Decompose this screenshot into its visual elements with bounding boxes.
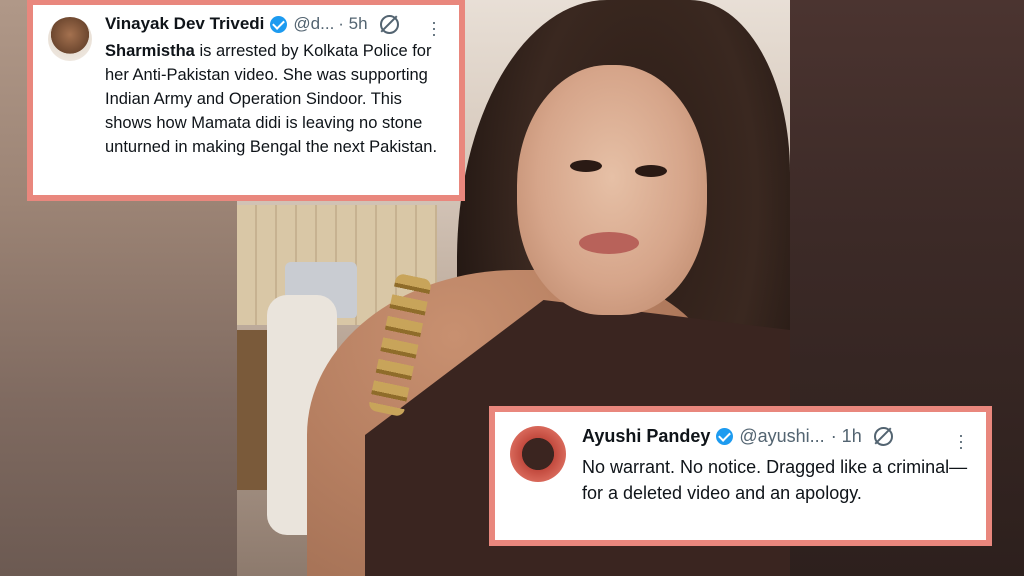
tweet-header: Vinayak Dev Trivedi @d... · 5h: [105, 14, 399, 34]
tweet-time[interactable]: · 5h: [338, 14, 367, 34]
avatar[interactable]: [510, 426, 566, 482]
tweet-text: Sharmistha is arrested by Kolkata Police…: [105, 39, 445, 159]
avatar[interactable]: [48, 17, 92, 61]
right-eye: [635, 165, 667, 177]
verified-badge-icon: [270, 15, 288, 33]
more-options-icon[interactable]: · · ·: [431, 13, 437, 43]
face: [517, 65, 707, 315]
author-handle[interactable]: @ayushi...: [739, 426, 824, 447]
mention-link[interactable]: Sharmistha: [105, 42, 195, 60]
tweet-time[interactable]: · 1h: [831, 426, 862, 447]
grok-icon[interactable]: [379, 14, 399, 34]
tweet-text: No warrant. No notice. Dragged like a cr…: [582, 457, 968, 503]
grok-icon[interactable]: [873, 427, 893, 446]
lips: [579, 232, 639, 254]
author-handle[interactable]: @d...: [293, 14, 334, 34]
tweet-card-ayushi[interactable]: Ayushi Pandey @ayushi... · 1h · · · No war…: [495, 412, 986, 540]
more-options-icon[interactable]: · · ·: [958, 426, 964, 456]
left-eye: [570, 160, 602, 172]
tweet-card-vinayak[interactable]: Vinayak Dev Trivedi @d... · 5h · · · Sharm…: [33, 5, 459, 195]
verified-badge-icon: [716, 428, 734, 445]
author-name[interactable]: Ayushi Pandey: [582, 426, 710, 447]
author-name[interactable]: Vinayak Dev Trivedi: [105, 14, 264, 34]
tweet-header: Ayushi Pandey @ayushi... · 1h: [582, 426, 893, 447]
